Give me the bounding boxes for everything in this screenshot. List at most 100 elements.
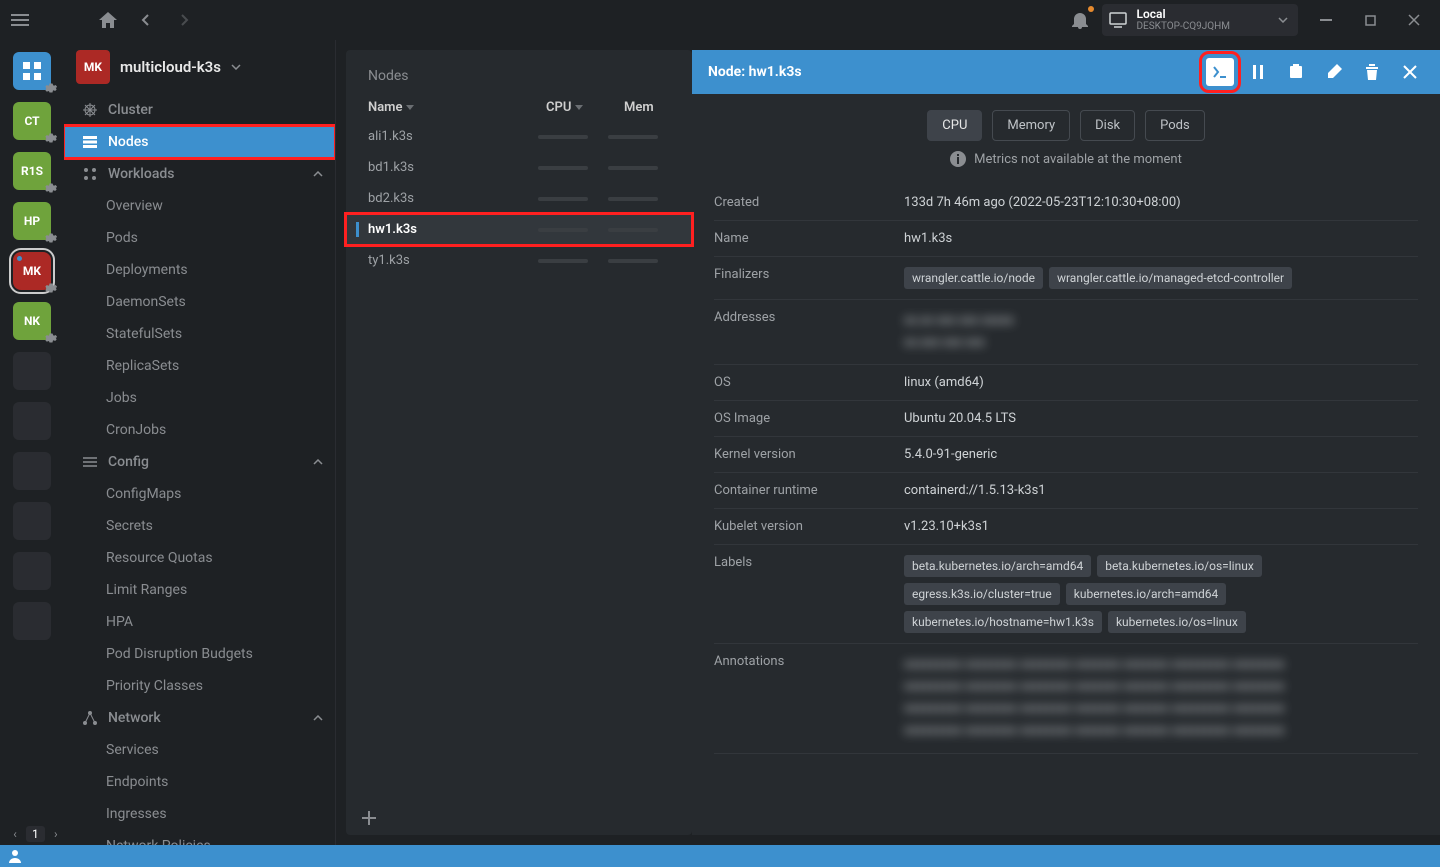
- sidebar-item-hpa[interactable]: HPA: [64, 606, 335, 638]
- info-value: hw1.k3s: [904, 231, 1418, 246]
- info-row: Kubelet versionv1.23.10+k3s1: [714, 509, 1418, 545]
- node-row[interactable]: ty1.k3s: [346, 245, 692, 276]
- sidebar-item-deployments[interactable]: Deployments: [64, 254, 335, 286]
- sidebar-item-replicasets[interactable]: ReplicaSets: [64, 350, 335, 382]
- sidebar-item-secrets[interactable]: Secrets: [64, 510, 335, 542]
- delete-icon[interactable]: [1358, 58, 1386, 86]
- sidebar-item-configmaps[interactable]: ConfigMaps: [64, 478, 335, 510]
- close-icon[interactable]: [1396, 8, 1432, 32]
- sidebar: MK multicloud-k3s Cluster NodesWorkloadsO…: [64, 40, 336, 845]
- bell-icon[interactable]: [1068, 8, 1092, 32]
- sidebar-item-priority-classes[interactable]: Priority Classes: [64, 670, 335, 702]
- node-row[interactable]: bd2.k3s: [346, 183, 692, 214]
- sidebar-item-ingresses[interactable]: Ingresses: [64, 798, 335, 830]
- node-name: bd1.k3s: [368, 160, 538, 175]
- sidebar-header[interactable]: MK multicloud-k3s: [64, 40, 335, 94]
- sidebar-item-jobs[interactable]: Jobs: [64, 382, 335, 414]
- tag: kubernetes.io/hostname=hw1.k3s: [904, 611, 1102, 633]
- config-icon: [82, 457, 98, 467]
- sidebar-item-label: HPA: [106, 614, 133, 630]
- home-icon[interactable]: [96, 8, 120, 32]
- tab-disk[interactable]: Disk: [1080, 110, 1135, 141]
- detail-tabs: CPU Memory Disk Pods: [714, 110, 1418, 141]
- sidebar-item-overview[interactable]: Overview: [64, 190, 335, 222]
- statusbar: [0, 845, 1440, 867]
- column-cpu[interactable]: CPU: [546, 100, 616, 115]
- user-icon[interactable]: [8, 849, 22, 863]
- rail-item[interactable]: [13, 52, 51, 90]
- pager-prev[interactable]: ‹: [6, 827, 24, 841]
- drain-icon[interactable]: [1282, 58, 1310, 86]
- rail-item[interactable]: [13, 502, 51, 540]
- sidebar-item-cluster[interactable]: Cluster: [64, 94, 335, 126]
- terminal-button[interactable]: [1206, 58, 1234, 86]
- rail-item[interactable]: CT: [13, 102, 51, 140]
- sidebar-item-network-policies[interactable]: Network Policies: [64, 830, 335, 845]
- info-row: Finalizerswrangler.cattle.io/nodewrangle…: [714, 257, 1418, 300]
- sidebar-item-pods[interactable]: Pods: [64, 222, 335, 254]
- pager-next[interactable]: ›: [47, 827, 65, 841]
- rail-item[interactable]: MK: [13, 252, 51, 290]
- window-controls: [1308, 8, 1432, 32]
- node-row[interactable]: hw1.k3s: [346, 214, 692, 245]
- sidebar-title: multicloud-k3s: [120, 58, 221, 76]
- sidebar-item-endpoints[interactable]: Endpoints: [64, 766, 335, 798]
- sidebar-item-network[interactable]: Network: [64, 702, 335, 734]
- add-node-button[interactable]: [346, 801, 692, 835]
- close-panel-icon[interactable]: [1396, 58, 1424, 86]
- cluster-host: DESKTOP-CQ9JQHM: [1136, 21, 1230, 32]
- rail-item[interactable]: R1S: [13, 152, 51, 190]
- sidebar-item-services[interactable]: Services: [64, 734, 335, 766]
- sidebar-item-label: Network Policies: [106, 838, 211, 845]
- rail-item[interactable]: NK: [13, 302, 51, 340]
- pager-current: 1: [26, 826, 45, 842]
- chevron-up-icon: [313, 715, 323, 721]
- node-row[interactable]: ali1.k3s: [346, 121, 692, 152]
- sidebar-item-daemonsets[interactable]: DaemonSets: [64, 286, 335, 318]
- rail-item[interactable]: [13, 402, 51, 440]
- tab-memory[interactable]: Memory: [992, 110, 1070, 141]
- rail-item[interactable]: [13, 452, 51, 490]
- sidebar-item-label: Deployments: [106, 262, 188, 278]
- info-row: OS ImageUbuntu 20.04.5 LTS: [714, 401, 1418, 437]
- menu-icon[interactable]: [8, 8, 32, 32]
- column-name[interactable]: Name: [368, 100, 538, 115]
- sidebar-item-cronjobs[interactable]: CronJobs: [64, 414, 335, 446]
- pause-icon[interactable]: [1244, 58, 1272, 86]
- column-mem[interactable]: Mem: [624, 100, 670, 115]
- minimize-icon[interactable]: [1308, 8, 1344, 32]
- maximize-icon[interactable]: [1352, 8, 1388, 32]
- notification-dot: [1088, 6, 1094, 12]
- rail-item[interactable]: HP: [13, 202, 51, 240]
- metrics-warning-text: Metrics not available at the moment: [974, 152, 1182, 167]
- metrics-warning: Metrics not available at the moment: [714, 151, 1418, 167]
- tab-pods[interactable]: Pods: [1145, 110, 1205, 141]
- node-row[interactable]: bd1.k3s: [346, 152, 692, 183]
- rail-item[interactable]: [13, 352, 51, 390]
- sidebar-item-label: Priority Classes: [106, 678, 203, 694]
- edit-icon[interactable]: [1320, 58, 1348, 86]
- tab-cpu[interactable]: CPU: [927, 110, 982, 141]
- sidebar-item-limit-ranges[interactable]: Limit Ranges: [64, 574, 335, 606]
- tag: beta.kubernetes.io/arch=amd64: [904, 555, 1091, 577]
- sidebar-item-label: Cluster: [108, 102, 153, 118]
- info-key: Created: [714, 195, 904, 210]
- gear-icon: [45, 82, 57, 94]
- sidebar-item-label: Services: [106, 742, 159, 758]
- sidebar-item-label: CronJobs: [106, 422, 166, 438]
- sidebar-item-resource-quotas[interactable]: Resource Quotas: [64, 542, 335, 574]
- rail-item[interactable]: [13, 552, 51, 590]
- sidebar-item-statefulsets[interactable]: StatefulSets: [64, 318, 335, 350]
- sidebar-item-workloads[interactable]: Workloads: [64, 158, 335, 190]
- back-icon[interactable]: [134, 8, 158, 32]
- sidebar-item-nodes[interactable]: Nodes: [64, 126, 335, 158]
- sidebar-item-pod-disruption-budgets[interactable]: Pod Disruption Budgets: [64, 638, 335, 670]
- cluster-selector[interactable]: Local DESKTOP-CQ9JQHM: [1102, 4, 1298, 36]
- sidebar-item-label: ReplicaSets: [106, 358, 179, 374]
- info-key: Labels: [714, 555, 904, 570]
- node-name: ty1.k3s: [368, 253, 538, 268]
- forward-icon[interactable]: [172, 8, 196, 32]
- sidebar-item-config[interactable]: Config: [64, 446, 335, 478]
- rail-item[interactable]: [13, 602, 51, 640]
- tag: wrangler.cattle.io/node: [904, 267, 1043, 289]
